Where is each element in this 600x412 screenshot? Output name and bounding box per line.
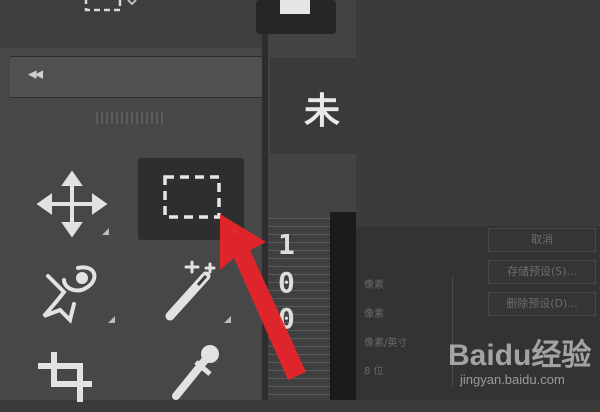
panel-header[interactable] bbox=[10, 56, 262, 98]
bit-depth-label: 8 位 bbox=[364, 366, 384, 377]
delete-preset-button[interactable]: 删除预设(D)... bbox=[488, 292, 596, 316]
cancel-button[interactable]: 取消 bbox=[488, 228, 596, 252]
lasso-tool[interactable] bbox=[34, 258, 115, 330]
red-arrow-pointer bbox=[220, 214, 306, 380]
move-icon bbox=[36, 170, 108, 238]
panel-grip[interactable] bbox=[96, 112, 166, 124]
crop-icon bbox=[38, 352, 92, 402]
unit-label: 像素 bbox=[364, 309, 384, 320]
unit-label: 像素 bbox=[364, 280, 384, 291]
options-marquee-icon[interactable] bbox=[80, 0, 140, 16]
resolution-unit-label: 像素/英寸 bbox=[364, 338, 408, 349]
tool-flyout-indicator bbox=[102, 228, 109, 235]
save-preset-button[interactable]: 存储预设(S)... bbox=[488, 260, 596, 284]
canvas-area[interactable] bbox=[330, 212, 356, 400]
document-tab-title: 未 bbox=[304, 91, 341, 132]
lasso-icon bbox=[42, 265, 97, 324]
watermark-url: jingyan.baidu.com bbox=[460, 372, 565, 387]
watermark-brand: Baidu经验 bbox=[448, 339, 592, 372]
crop-tool[interactable] bbox=[34, 340, 114, 412]
tool-flyout-indicator bbox=[108, 316, 115, 323]
thumbnail-preview bbox=[280, 0, 310, 14]
move-tool[interactable] bbox=[32, 170, 112, 242]
baidu-watermark: Baidu经验 bbox=[448, 330, 591, 374]
collapse-panel-button[interactable]: ◂◂ bbox=[28, 64, 43, 84]
